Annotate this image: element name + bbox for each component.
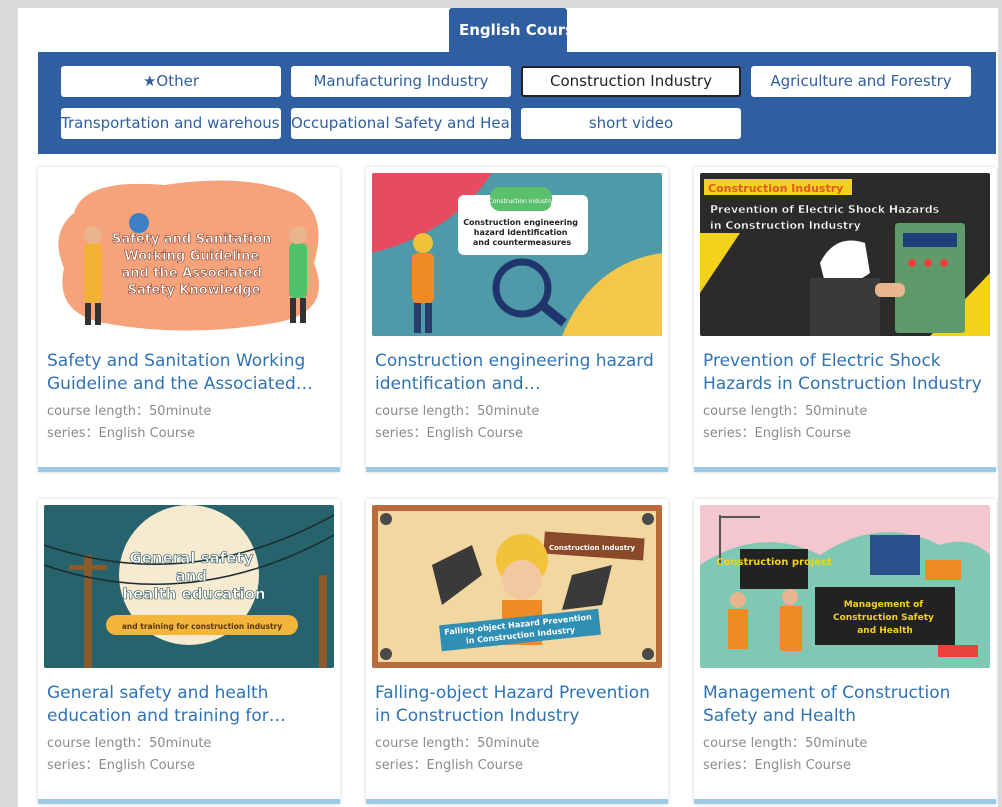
course-length: course length：50minute bbox=[47, 404, 212, 419]
course-title[interactable]: Management of Construction Safety and He… bbox=[703, 682, 993, 728]
course-card[interactable]: Construction Industry Prevention of Elec… bbox=[694, 167, 996, 472]
filter-manufacturing[interactable]: Manufacturing Industry bbox=[291, 66, 511, 97]
scrollbar-track[interactable] bbox=[998, 0, 1002, 807]
thumb-line: in Construction Industry bbox=[710, 219, 861, 232]
filter-agriculture-forestry[interactable]: Agriculture and Forestry bbox=[751, 66, 971, 97]
card-accent-bar bbox=[366, 799, 668, 804]
card-accent-bar bbox=[694, 467, 996, 472]
course-thumbnail[interactable]: Safety and Sanitation Working Guideline … bbox=[44, 173, 334, 336]
page-gutter-left bbox=[0, 0, 18, 807]
course-card[interactable]: Construction project Management of Const… bbox=[694, 499, 996, 804]
course-card[interactable]: Construction Industry Falling-object Haz… bbox=[366, 499, 668, 804]
thumb-ribbon: and training for construction industry bbox=[122, 622, 282, 631]
course-thumbnail[interactable]: General safety and health education and … bbox=[44, 505, 334, 668]
filter-construction[interactable]: Construction Industry bbox=[521, 66, 741, 97]
svg-text:Construction engineering: Construction engineering hazard identifi… bbox=[463, 218, 581, 247]
course-length: course length：50minute bbox=[375, 736, 540, 751]
thumb-line: Construction Safety bbox=[833, 613, 934, 623]
thumb-line: Prevention of Electric Shock Hazards bbox=[710, 203, 940, 216]
course-series: series：English Course bbox=[47, 426, 195, 441]
filter-occupational-safety[interactable]: Occupational Safety and Health bbox=[291, 108, 511, 139]
thumb-line: Management of bbox=[844, 600, 924, 610]
card-accent-bar bbox=[694, 799, 996, 804]
tab-english-course[interactable]: English Course bbox=[449, 8, 567, 52]
course-series: series：English Course bbox=[47, 758, 195, 773]
svg-text:Construction project: Construction project bbox=[716, 557, 832, 568]
course-card[interactable]: Construction industry Construction engin… bbox=[366, 167, 668, 472]
thumb-line: and the Associated bbox=[122, 266, 262, 281]
thumb-line: Safety Knowledge bbox=[128, 283, 261, 298]
falling-object-illustration: Construction Industry Falling-object Haz… bbox=[378, 511, 656, 662]
safety-sanitation-illustration: Safety and Sanitation Working Guideline … bbox=[58, 180, 319, 331]
category-filter-bar: ★Other Manufacturing Industry Constructi… bbox=[38, 52, 996, 154]
thumb-line: Working Guideline bbox=[124, 249, 259, 264]
thumb-line: health education bbox=[122, 585, 265, 603]
hazard-identification-illustration: Construction industry Construction engin… bbox=[372, 173, 662, 336]
safety-management-illustration: Construction project Management of Const… bbox=[700, 515, 990, 668]
course-title[interactable]: Construction engineering hazard identifi… bbox=[375, 350, 665, 396]
course-series: series：English Course bbox=[375, 758, 523, 773]
card-accent-bar bbox=[38, 799, 340, 804]
filter-short-video[interactable]: short video bbox=[521, 108, 741, 139]
course-title[interactable]: General safety and health education and … bbox=[47, 682, 337, 728]
course-length: course length：50minute bbox=[47, 736, 212, 751]
electric-shock-illustration: Construction Industry Prevention of Elec… bbox=[700, 179, 990, 336]
thumb-badge: Construction industry bbox=[489, 198, 554, 205]
thumb-badge: Construction Industry bbox=[549, 544, 636, 552]
course-series: series：English Course bbox=[703, 426, 851, 441]
card-accent-bar bbox=[366, 467, 668, 472]
card-accent-bar bbox=[38, 467, 340, 472]
thumb-line: and countermeasures bbox=[473, 238, 571, 247]
thumb-line: and Health bbox=[857, 626, 913, 636]
general-safety-illustration: General safety and health education and … bbox=[44, 505, 334, 668]
course-series: series：English Course bbox=[703, 758, 851, 773]
course-card[interactable]: General safety and health education and … bbox=[38, 499, 340, 804]
course-thumbnail[interactable]: Construction project Management of Const… bbox=[700, 505, 990, 668]
thumb-line: Construction engineering bbox=[463, 218, 578, 227]
thumb-line: General safety bbox=[129, 549, 253, 567]
filter-other[interactable]: ★Other bbox=[61, 66, 281, 97]
course-title[interactable]: Falling-object Hazard Prevention in Cons… bbox=[375, 682, 665, 728]
page-gutter-top bbox=[0, 0, 1002, 8]
course-length: course length：50minute bbox=[703, 736, 868, 751]
course-length: course length：50minute bbox=[375, 404, 540, 419]
course-card[interactable]: Safety and Sanitation Working Guideline … bbox=[38, 167, 340, 472]
course-series: series：English Course bbox=[375, 426, 523, 441]
course-title[interactable]: Safety and Sanitation Working Guideline … bbox=[47, 350, 337, 396]
course-thumbnail[interactable]: Construction industry Construction engin… bbox=[372, 173, 662, 336]
course-length: course length：50minute bbox=[703, 404, 868, 419]
course-thumbnail[interactable]: Construction Industry Falling-object Haz… bbox=[372, 505, 662, 668]
thumb-line: and bbox=[176, 567, 208, 585]
thumb-line: hazard identification bbox=[474, 228, 568, 237]
thumb-badge: Construction project bbox=[716, 557, 832, 568]
thumb-badge: Construction Industry bbox=[708, 182, 843, 195]
thumb-line: Safety and Sanitation bbox=[112, 232, 271, 247]
filter-transportation[interactable]: Transportation and warehousing bbox=[61, 108, 281, 139]
course-thumbnail[interactable]: Construction Industry Prevention of Elec… bbox=[700, 173, 990, 336]
course-title[interactable]: Prevention of Electric Shock Hazards in … bbox=[703, 350, 993, 396]
